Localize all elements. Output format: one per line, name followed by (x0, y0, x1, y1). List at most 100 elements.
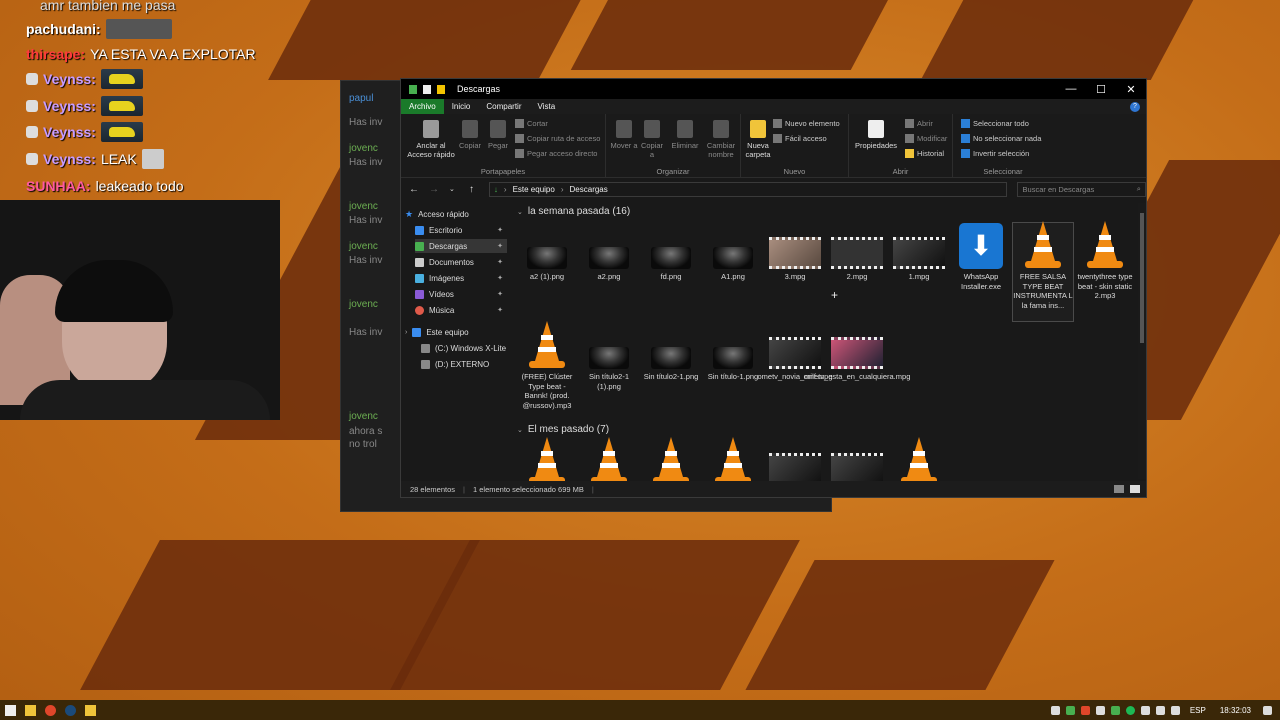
file-item[interactable]: fd.png (641, 223, 701, 282)
sidebar-item-documents[interactable]: Documentos ✦ (415, 255, 507, 269)
sidebar-item-this-pc[interactable]: › Este equipo (405, 325, 497, 339)
move-to-button[interactable]: Mover a (610, 120, 638, 150)
group-header[interactable]: ⌄ la semana pasada (16) (517, 206, 630, 217)
group-header[interactable]: ⌄ El mes pasado (7) (517, 424, 609, 435)
file-item[interactable] (703, 437, 763, 483)
search-input[interactable]: Buscar en Descargas ⌕ (1016, 181, 1146, 197)
file-item[interactable]: Sin título-1.png (703, 323, 763, 382)
sidebar-item-drive-d[interactable]: (D:) EXTERNO (421, 357, 507, 371)
file-item[interactable]: 2.mpg (827, 223, 887, 282)
details-view-icon[interactable] (1114, 485, 1124, 493)
file-item[interactable] (579, 437, 639, 483)
explorer-taskbar-icon[interactable] (20, 700, 40, 720)
sidebar-item-videos[interactable]: Vídeos ✦ (415, 287, 507, 301)
tab-view[interactable]: Vista (530, 102, 564, 111)
rename-button[interactable]: Cambiar nombre (704, 120, 738, 159)
select-none-button[interactable]: No seleccionar nada (961, 134, 1041, 143)
language-indicator[interactable]: ESP (1190, 706, 1206, 715)
clipboard-icon (490, 120, 506, 138)
new-folder-button[interactable]: Nueva carpeta (743, 120, 773, 159)
sidebar-item-quick-access[interactable]: ★ Acceso rápido (405, 207, 497, 221)
file-item[interactable]: FREE SALSA TYPE BEAT INSTRUMENTA L la fa… (1012, 221, 1074, 322)
browser-taskbar-icon[interactable] (40, 700, 60, 720)
tray-app-icon[interactable] (1080, 705, 1090, 715)
file-item[interactable]: Sin título2-1 (1).png (579, 323, 639, 391)
tab-file[interactable]: Archivo (401, 99, 444, 114)
edit-button[interactable]: Modificar (905, 134, 947, 143)
file-item[interactable]: a2 (1).png (517, 223, 577, 282)
chat-user: Veynss: (43, 124, 96, 140)
invert-selection-button[interactable]: Invertir selección (961, 149, 1029, 158)
tray-app-icon[interactable] (1050, 705, 1060, 715)
desktop-icon (415, 225, 424, 235)
select-all-button[interactable]: Seleccionar todo (961, 119, 1029, 128)
help-icon[interactable]: ? (1130, 101, 1140, 112)
file-item[interactable]: 1.mpg (889, 223, 949, 282)
delete-button[interactable]: Eliminar (670, 120, 700, 150)
windows-start-icon[interactable] (0, 700, 20, 720)
tab-home[interactable]: Inicio (444, 102, 479, 111)
sidebar-item-pictures[interactable]: Imágenes ✦ (415, 271, 507, 285)
tray-app-icon[interactable] (1095, 705, 1105, 715)
file-item[interactable]: 3.mpg (765, 223, 825, 282)
file-item[interactable]: ometv_esta_en_cualquiera.mpg (804, 323, 910, 382)
new-folder-icon[interactable] (437, 84, 445, 94)
close-button[interactable]: ✕ (1116, 79, 1146, 99)
history-button[interactable]: Historial (905, 149, 944, 158)
network-icon[interactable] (1155, 705, 1165, 715)
cut-button[interactable]: Cortar (515, 119, 548, 128)
breadcrumb-folder[interactable]: Descargas (570, 185, 608, 194)
easy-access-button[interactable]: Fácil acceso (773, 134, 827, 143)
spotify-tray-icon[interactable] (1125, 705, 1135, 715)
steam-taskbar-icon[interactable] (60, 700, 80, 720)
file-item[interactable] (827, 439, 887, 483)
pin-icon (423, 120, 439, 138)
notifications-icon[interactable] (1263, 705, 1272, 715)
file-item[interactable] (889, 437, 949, 483)
file-item[interactable]: (FREE) Clúster Type beat - Bannk! (prod.… (517, 321, 577, 410)
breadcrumb-root[interactable]: Este equipo (513, 185, 555, 194)
copy-to-button[interactable]: Copiar a (638, 120, 666, 159)
volume-icon[interactable] (1170, 705, 1180, 715)
large-icons-view-icon[interactable] (1130, 485, 1140, 493)
file-item[interactable] (765, 439, 825, 483)
minimize-button[interactable]: — (1056, 79, 1086, 99)
maximize-button[interactable]: ☐ (1086, 79, 1116, 99)
sidebar-item-music[interactable]: Música ✦ (415, 303, 507, 317)
microphone-icon[interactable] (1140, 705, 1150, 715)
entry-name: jovenc (349, 411, 378, 422)
address-bar[interactable]: ↓ › Este equipo › Descargas (488, 181, 1007, 197)
back-arrow-icon[interactable]: ← (409, 184, 419, 195)
open-button[interactable]: Abrir (905, 119, 933, 128)
sidebar-item-downloads[interactable]: Descargas ✦ (415, 239, 507, 253)
copy-path-button[interactable]: Copiar ruta de acceso (515, 134, 600, 143)
pin-quick-access-button[interactable]: Anclar al Acceso rápido (405, 120, 457, 159)
checkmark-sheet-icon (868, 120, 884, 138)
file-item[interactable] (641, 437, 701, 483)
app-taskbar-icon[interactable] (80, 700, 100, 720)
sidebar-item-desktop[interactable]: Escritorio ✦ (415, 223, 507, 237)
properties-button[interactable]: Propiedades (853, 120, 899, 150)
paste-button[interactable]: Pegar (485, 120, 511, 150)
file-item[interactable]: a2.png (579, 223, 639, 282)
title-bar[interactable]: Descargas — ☐ ✕ (401, 79, 1146, 99)
properties-icon[interactable] (423, 84, 431, 94)
tab-share[interactable]: Compartir (478, 102, 529, 111)
file-item[interactable]: A1.png (703, 223, 763, 282)
paste-shortcut-button[interactable]: Pegar acceso directo (515, 149, 597, 158)
image-thumbnail (645, 323, 697, 369)
new-item-button[interactable]: Nuevo elemento (773, 119, 840, 128)
recent-dropdown-icon[interactable]: ⌄ (449, 185, 459, 193)
file-item[interactable]: ⬇ WhatsApp Installer.exe (951, 223, 1011, 291)
vertical-scrollbar[interactable] (1138, 203, 1146, 479)
tray-app-icon[interactable] (1110, 705, 1120, 715)
file-item[interactable]: Sin título2-1.png (641, 323, 701, 382)
sidebar-item-drive-c[interactable]: (C:) Windows X-Lite (421, 341, 507, 355)
clock[interactable]: 18:32:03 (1220, 706, 1251, 715)
up-arrow-icon[interactable]: ↑ (469, 184, 479, 195)
file-item[interactable]: twentythree type beat - skin static 2.mp… (1075, 221, 1135, 301)
forward-arrow-icon[interactable]: → (429, 184, 439, 195)
file-item[interactable] (517, 437, 577, 483)
copy-button[interactable]: Copiar (457, 120, 483, 150)
tray-app-icon[interactable] (1065, 705, 1075, 715)
